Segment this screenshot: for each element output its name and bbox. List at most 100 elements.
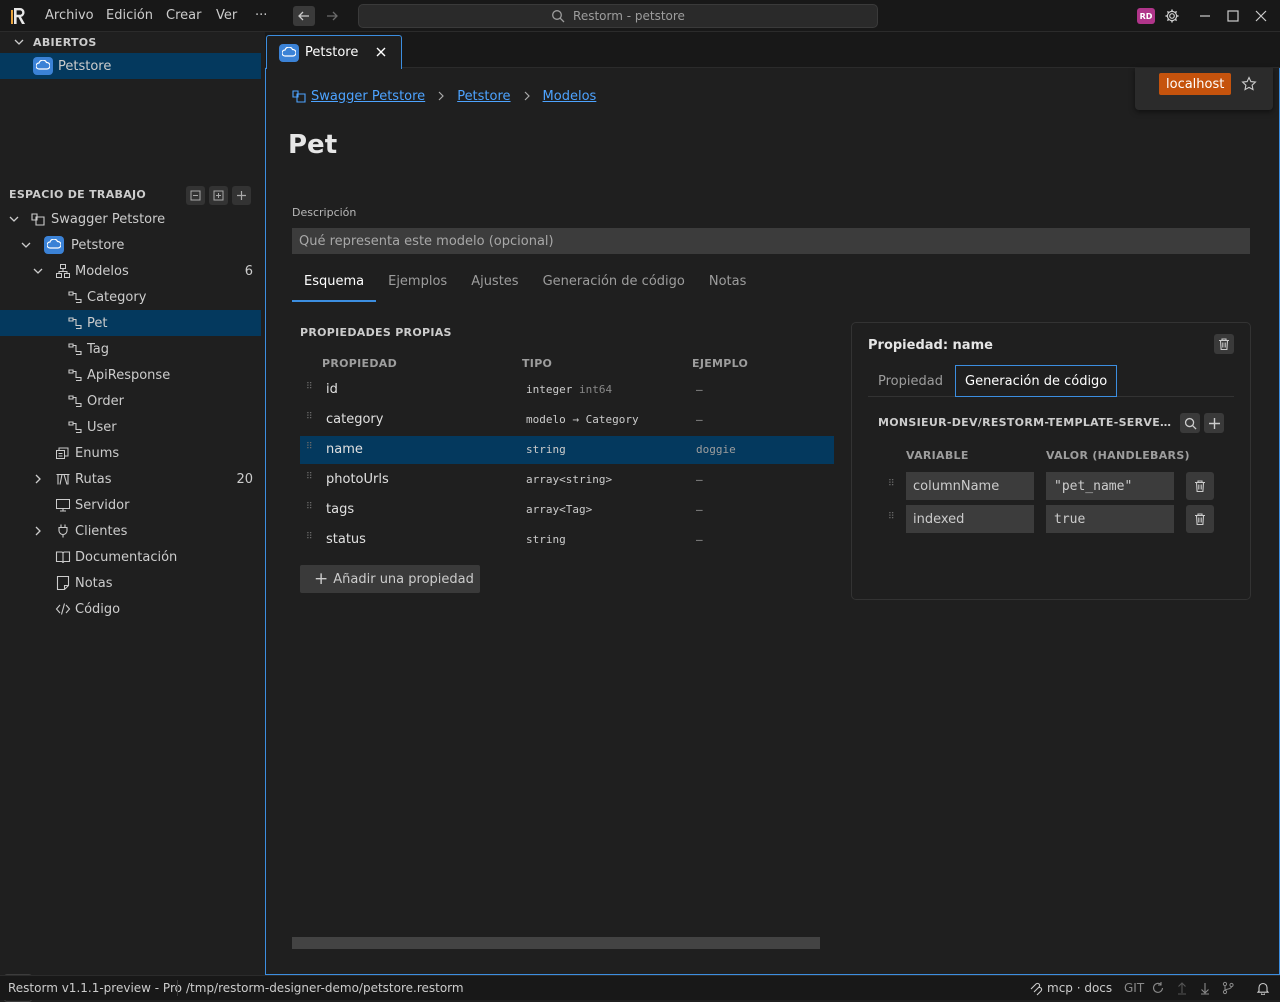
- breadcrumb-link[interactable]: Swagger Petstore: [311, 89, 425, 104]
- property-row[interactable]: ⠿ status string –: [300, 526, 834, 554]
- property-row[interactable]: ⠿ id integer int64 –: [300, 376, 834, 404]
- tree-item-enums[interactable]: Enums: [0, 440, 261, 466]
- variable-name-input[interactable]: indexed: [906, 505, 1034, 533]
- property-row[interactable]: ⠿ category modelo → Category –: [300, 406, 834, 434]
- open-item-petstore[interactable]: Petstore: [0, 53, 261, 79]
- mcp-docs-status[interactable]: mcp · docs: [1047, 981, 1112, 995]
- variable-value-input[interactable]: true: [1046, 505, 1174, 533]
- chevron-down-icon: [33, 268, 43, 274]
- drag-handle-icon[interactable]: ⠿: [888, 480, 895, 489]
- variable-value-input[interactable]: "pet_name": [1046, 472, 1174, 500]
- tree-item-rutas[interactable]: Rutas 20: [0, 466, 261, 492]
- push-icon[interactable]: [1175, 981, 1189, 995]
- tree-item-model[interactable]: Order: [0, 388, 261, 414]
- models-icon: [56, 264, 70, 278]
- menu-edicion[interactable]: Edición: [106, 8, 153, 23]
- model-icon: [68, 369, 82, 382]
- tab-generacion-codigo[interactable]: Generación de código: [531, 274, 697, 302]
- trash-icon: [1195, 480, 1205, 493]
- tree-item-model[interactable]: User: [0, 414, 261, 440]
- tree-item-model[interactable]: Category: [0, 284, 261, 310]
- add-button[interactable]: [232, 186, 251, 205]
- delete-variable-button[interactable]: [1186, 472, 1214, 500]
- description-input[interactable]: [292, 228, 1250, 254]
- property-row[interactable]: ⠿ photoUrls array<string> –: [300, 466, 834, 494]
- drag-handle-icon[interactable]: ⠿: [306, 413, 313, 422]
- star-icon[interactable]: [1241, 76, 1257, 92]
- tab-ajustes[interactable]: Ajustes: [459, 274, 530, 302]
- menu-archivo[interactable]: Archivo: [45, 8, 94, 23]
- tree-item-model[interactable]: Pet: [0, 310, 261, 336]
- file-path[interactable]: /tmp/restorm-designer-demo/petstore.rest…: [186, 981, 464, 995]
- petstore-api-icon: [44, 236, 64, 254]
- branch-icon[interactable]: [1221, 981, 1235, 995]
- model-icon: [68, 395, 82, 408]
- tree-item-label: Código: [75, 601, 121, 617]
- trash-icon: [1219, 338, 1229, 351]
- drag-handle-icon[interactable]: ⠿: [306, 533, 313, 542]
- menu-more[interactable]: ···: [255, 8, 267, 23]
- maximize-icon[interactable]: [1225, 8, 1241, 24]
- property-row-selected[interactable]: ⠿ name string doggie: [300, 436, 834, 464]
- delete-variable-button[interactable]: [1186, 505, 1214, 533]
- forward-button[interactable]: [321, 6, 343, 26]
- user-avatar[interactable]: RD: [1137, 8, 1155, 24]
- plus-icon: +: [314, 569, 329, 589]
- chevron-right-icon: [35, 526, 41, 536]
- editor-tab-bar: Petstore: [265, 32, 1280, 69]
- search-template-button[interactable]: [1180, 413, 1200, 433]
- drag-handle-icon[interactable]: ⠿: [888, 513, 895, 522]
- drag-handle-icon[interactable]: ⠿: [306, 503, 313, 512]
- tree-item-clientes[interactable]: Clientes: [0, 518, 261, 544]
- column-header-tipo: TIPO: [522, 357, 553, 370]
- page-title[interactable]: Pet: [288, 130, 337, 160]
- tree-item-model[interactable]: ApiResponse: [0, 362, 261, 388]
- pull-icon[interactable]: [1198, 981, 1212, 995]
- petstore-api-icon: [33, 57, 53, 75]
- horizontal-scrollbar[interactable]: [292, 937, 820, 949]
- close-icon[interactable]: [375, 46, 387, 58]
- property-type: array<string>: [526, 473, 613, 486]
- tab-esquema[interactable]: Esquema: [292, 274, 377, 302]
- chevron-down-icon: [9, 216, 19, 222]
- gear-icon[interactable]: [1164, 8, 1180, 24]
- tab-propiedad[interactable]: Propiedad: [878, 365, 943, 397]
- menu-crear[interactable]: Crear: [166, 8, 201, 23]
- workspace-header[interactable]: ESPACIO DE TRABAJO: [9, 184, 146, 204]
- open-editors-header[interactable]: ABIERTOS: [12, 32, 97, 52]
- tree-item-codigo[interactable]: Código: [0, 596, 261, 622]
- close-window-icon[interactable]: [1253, 8, 1269, 24]
- tree-item-petstore[interactable]: Petstore: [0, 232, 261, 258]
- property-row[interactable]: ⠿ tags array<Tag> –: [300, 496, 834, 524]
- breadcrumb-link[interactable]: Modelos: [543, 89, 597, 104]
- tab-generacion-codigo[interactable]: Generación de código: [955, 365, 1118, 397]
- add-property-button[interactable]: + Añadir una propiedad: [300, 565, 480, 593]
- tree-item-model[interactable]: Tag: [0, 336, 261, 362]
- drag-handle-icon[interactable]: ⠿: [306, 473, 313, 482]
- tree-item-modelos[interactable]: Modelos 6: [0, 258, 261, 284]
- delete-property-button[interactable]: [1214, 334, 1234, 354]
- new-folder-button[interactable]: [209, 186, 228, 205]
- drag-handle-icon[interactable]: ⠿: [306, 383, 313, 392]
- tree-item-notas[interactable]: Notas: [0, 570, 261, 596]
- command-center-search[interactable]: Restorm - petstore: [358, 4, 878, 28]
- back-button[interactable]: [293, 6, 315, 26]
- new-folder-icon: [213, 190, 224, 201]
- drag-handle-icon[interactable]: ⠿: [306, 443, 313, 452]
- variable-name-input[interactable]: columnName: [906, 472, 1034, 500]
- tab-ejemplos[interactable]: Ejemplos: [376, 274, 459, 302]
- property-type: modelo → Category: [526, 413, 639, 426]
- tree-root-swagger-petstore[interactable]: Swagger Petstore: [0, 206, 261, 232]
- tree-item-documentacion[interactable]: Documentación: [0, 544, 261, 570]
- refresh-icon[interactable]: [1151, 981, 1165, 995]
- environment-selector[interactable]: localhost: [1159, 73, 1232, 95]
- editor-tab-petstore[interactable]: Petstore: [266, 35, 402, 69]
- tree-item-servidor[interactable]: Servidor: [0, 492, 261, 518]
- tab-notas[interactable]: Notas: [697, 274, 759, 302]
- menu-ver[interactable]: Ver: [216, 8, 237, 23]
- add-variable-button[interactable]: [1204, 413, 1224, 433]
- breadcrumb-link[interactable]: Petstore: [457, 89, 510, 104]
- bell-icon[interactable]: [1256, 981, 1270, 995]
- collapse-all-button[interactable]: [186, 186, 205, 205]
- minimize-icon[interactable]: [1197, 8, 1213, 24]
